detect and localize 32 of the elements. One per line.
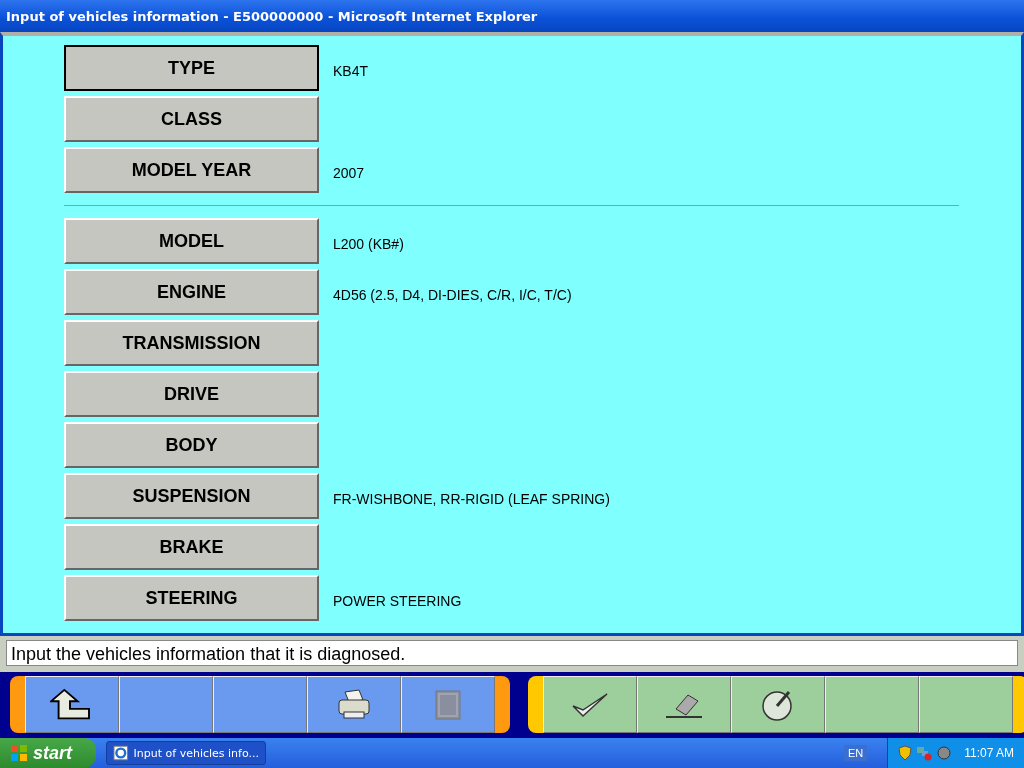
field-value: KB4T (333, 63, 368, 79)
shield-icon[interactable] (898, 745, 913, 761)
field-value: 4D56 (2.5, D4, DI-DIES, C/R, I/C, T/C) (333, 287, 572, 303)
field-button[interactable]: TRANSMISSION (64, 320, 319, 366)
language-indicator[interactable]: EN (843, 745, 868, 761)
windows-logo-icon (10, 744, 28, 762)
toolbar-button[interactable] (25, 676, 119, 733)
toolbar-button[interactable] (731, 676, 825, 733)
network-icon[interactable] (916, 745, 933, 761)
message-field: Input the vehicles information that it is diagnosed. (6, 640, 1018, 666)
printer-icon (337, 687, 371, 722)
field-button[interactable]: TYPE (64, 45, 319, 91)
checkmark-icon (571, 691, 609, 718)
field-value: POWER STEERING (333, 593, 462, 609)
field-button[interactable]: CLASS (64, 96, 319, 142)
field-value: L200 (KB#) (333, 236, 404, 252)
browser-icon (113, 745, 129, 761)
field-value: 2007 (333, 165, 365, 181)
speaker-icon[interactable] (936, 745, 953, 761)
start-button[interactable]: start (0, 738, 96, 768)
field-button[interactable]: MODEL (64, 218, 319, 264)
field-button[interactable]: MODEL YEAR (64, 147, 319, 193)
clock: 11:07 AM (964, 746, 1014, 760)
field-button[interactable]: ENGINE (64, 269, 319, 315)
field-button[interactable]: DRIVE (64, 371, 319, 417)
field-value: FR-WISHBONE, RR-RIGID (LEAF SPRING) (333, 491, 610, 507)
window-title: Input of vehicles information - E500000000 - Microsoft Internet Explorer (6, 8, 538, 24)
taskbar-task[interactable]: Input of vehicles info... (106, 741, 266, 765)
field-button[interactable]: BODY (64, 422, 319, 468)
field-button[interactable]: BRAKE (64, 524, 319, 570)
field-button[interactable]: SUSPENSION (64, 473, 319, 519)
field-button[interactable]: STEERING (64, 575, 319, 621)
